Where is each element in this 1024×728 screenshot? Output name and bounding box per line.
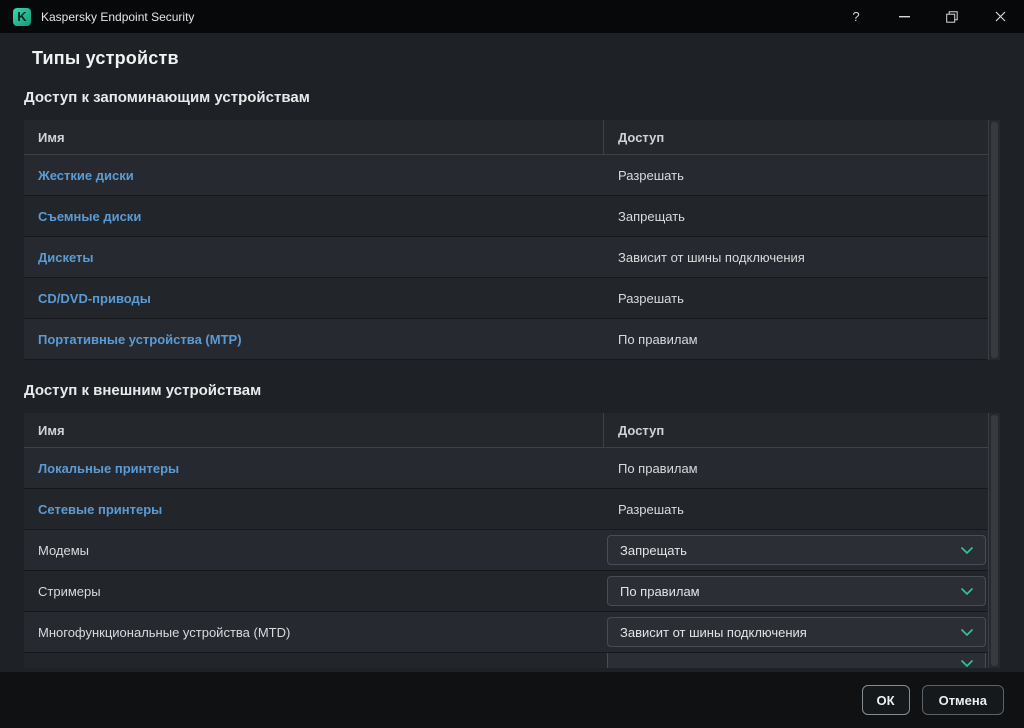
- access-cell: По правилам: [604, 319, 988, 359]
- column-header-name: Имя: [24, 413, 604, 447]
- name-cell: Локальные принтеры: [24, 448, 604, 488]
- table-row: Многофункциональные устройства (MTD) Зави…: [24, 612, 1000, 653]
- restore-icon: [946, 11, 958, 23]
- table-row: Дискеты Зависит от шины подключения: [24, 237, 1000, 278]
- access-cell: Разрешать: [604, 155, 988, 195]
- access-value: Запрещать: [618, 209, 685, 224]
- table-row: Съемные диски Запрещать: [24, 196, 1000, 237]
- device-table: ИмяДоступ Локальные принтеры По правилам Се…: [24, 413, 1000, 668]
- app-window: K Kaspersky Endpoint Security ? Типы уст…: [0, 0, 1024, 728]
- dropdown-selected-value: Запрещать: [620, 543, 687, 558]
- window-title: Kaspersky Endpoint Security: [41, 10, 194, 24]
- scrollbar-thumb[interactable]: [991, 122, 998, 358]
- access-cell: Запрещать: [604, 196, 988, 236]
- access-cell: Разрешать: [604, 278, 988, 318]
- table-row: Модемы Запрещать: [24, 530, 1000, 571]
- device-link[interactable]: Локальные принтеры: [38, 461, 179, 476]
- cancel-button[interactable]: Отмена: [922, 685, 1004, 715]
- name-cell: Съемные диски: [24, 196, 604, 236]
- section-heading: Доступ к внешним устройствам: [24, 382, 1000, 399]
- table-row: CD/DVD-приводы Разрешать: [24, 278, 1000, 319]
- access-value: Разрешать: [618, 502, 684, 517]
- help-button[interactable]: ?: [832, 0, 880, 33]
- access-dropdown[interactable]: Запрещать: [607, 535, 986, 565]
- table-row: Портативные устройства (MTP) По правилам: [24, 319, 1000, 360]
- main-content: Типы устройств Доступ к запоминающим уст…: [0, 33, 1024, 672]
- device-link[interactable]: Сетевые принтеры: [38, 502, 162, 517]
- access-value: Разрешать: [618, 291, 684, 306]
- close-button[interactable]: [976, 0, 1024, 33]
- device-link[interactable]: Съемные диски: [38, 209, 141, 224]
- column-header-access: Доступ: [604, 413, 988, 447]
- access-cell: Зависит от шины подключения: [604, 612, 988, 652]
- name-cell: Стримеры: [24, 571, 604, 611]
- device-label: Стримеры: [38, 584, 101, 599]
- sections-container: Доступ к запоминающим устройствамИмяДост…: [24, 89, 1000, 668]
- minimize-button[interactable]: [880, 0, 928, 33]
- access-cell: По правилам: [604, 571, 988, 611]
- device-link[interactable]: Жесткие диски: [38, 168, 134, 183]
- close-icon: [995, 11, 1006, 22]
- table-row: Локальные принтеры По правилам: [24, 448, 1000, 489]
- access-dropdown[interactable]: По правилам: [607, 576, 986, 606]
- access-value: По правилам: [618, 461, 698, 476]
- table-scrollbar[interactable]: [988, 120, 1000, 360]
- access-cell: [604, 653, 988, 668]
- name-cell: Дискеты: [24, 237, 604, 277]
- table-row: Жесткие диски Разрешать: [24, 155, 1000, 196]
- device-label: Модемы: [38, 543, 89, 558]
- column-header-access: Доступ: [604, 120, 988, 154]
- minimize-icon: [899, 16, 910, 18]
- name-cell: Портативные устройства (MTP): [24, 319, 604, 359]
- name-cell: CD/DVD-приводы: [24, 278, 604, 318]
- window-controls: ?: [832, 0, 1024, 33]
- name-cell: Сетевые принтеры: [24, 489, 604, 529]
- access-value: По правилам: [618, 332, 698, 347]
- name-cell: Жесткие диски: [24, 155, 604, 195]
- device-link[interactable]: Дискеты: [38, 250, 94, 265]
- access-value: Разрешать: [618, 168, 684, 183]
- section-heading: Доступ к запоминающим устройствам: [24, 89, 1000, 106]
- device-link[interactable]: CD/DVD-приводы: [38, 291, 151, 306]
- table-row: Сетевые принтеры Разрешать: [24, 489, 1000, 530]
- access-cell: Зависит от шины подключения: [604, 237, 988, 277]
- access-dropdown[interactable]: [607, 653, 986, 668]
- device-label: Многофункциональные устройства (MTD): [38, 625, 290, 640]
- chevron-down-icon: [961, 660, 973, 667]
- access-cell: По правилам: [604, 448, 988, 488]
- footer-bar: ОК Отмена: [0, 672, 1024, 728]
- table-header-row: ИмяДоступ: [24, 120, 1000, 155]
- chevron-down-icon: [961, 588, 973, 595]
- table-scrollbar[interactable]: [988, 413, 1000, 668]
- access-dropdown[interactable]: Зависит от шины подключения: [607, 617, 986, 647]
- chevron-down-icon: [961, 547, 973, 554]
- access-cell: Разрешать: [604, 489, 988, 529]
- table-header-row: ИмяДоступ: [24, 413, 1000, 448]
- table-row: [24, 653, 1000, 668]
- title-bar-left: K Kaspersky Endpoint Security: [0, 8, 194, 26]
- access-cell: Запрещать: [604, 530, 988, 570]
- name-cell: [24, 653, 604, 668]
- table-row: Стримеры По правилам: [24, 571, 1000, 612]
- dropdown-selected-value: По правилам: [620, 584, 700, 599]
- device-link[interactable]: Портативные устройства (MTP): [38, 332, 242, 347]
- device-table: ИмяДоступ Жесткие диски Разрешать Съемные д…: [24, 120, 1000, 360]
- access-value: Зависит от шины подключения: [618, 250, 805, 265]
- column-header-name: Имя: [24, 120, 604, 154]
- dropdown-selected-value: Зависит от шины подключения: [620, 625, 807, 640]
- name-cell: Модемы: [24, 530, 604, 570]
- ok-button[interactable]: ОК: [862, 685, 910, 715]
- chevron-down-icon: [961, 629, 973, 636]
- scrollbar-thumb[interactable]: [991, 415, 998, 666]
- page-title: Типы устройств: [32, 48, 1000, 69]
- kaspersky-logo-icon: K: [13, 8, 31, 26]
- name-cell: Многофункциональные устройства (MTD): [24, 612, 604, 652]
- title-bar: K Kaspersky Endpoint Security ?: [0, 0, 1024, 33]
- restore-button[interactable]: [928, 0, 976, 33]
